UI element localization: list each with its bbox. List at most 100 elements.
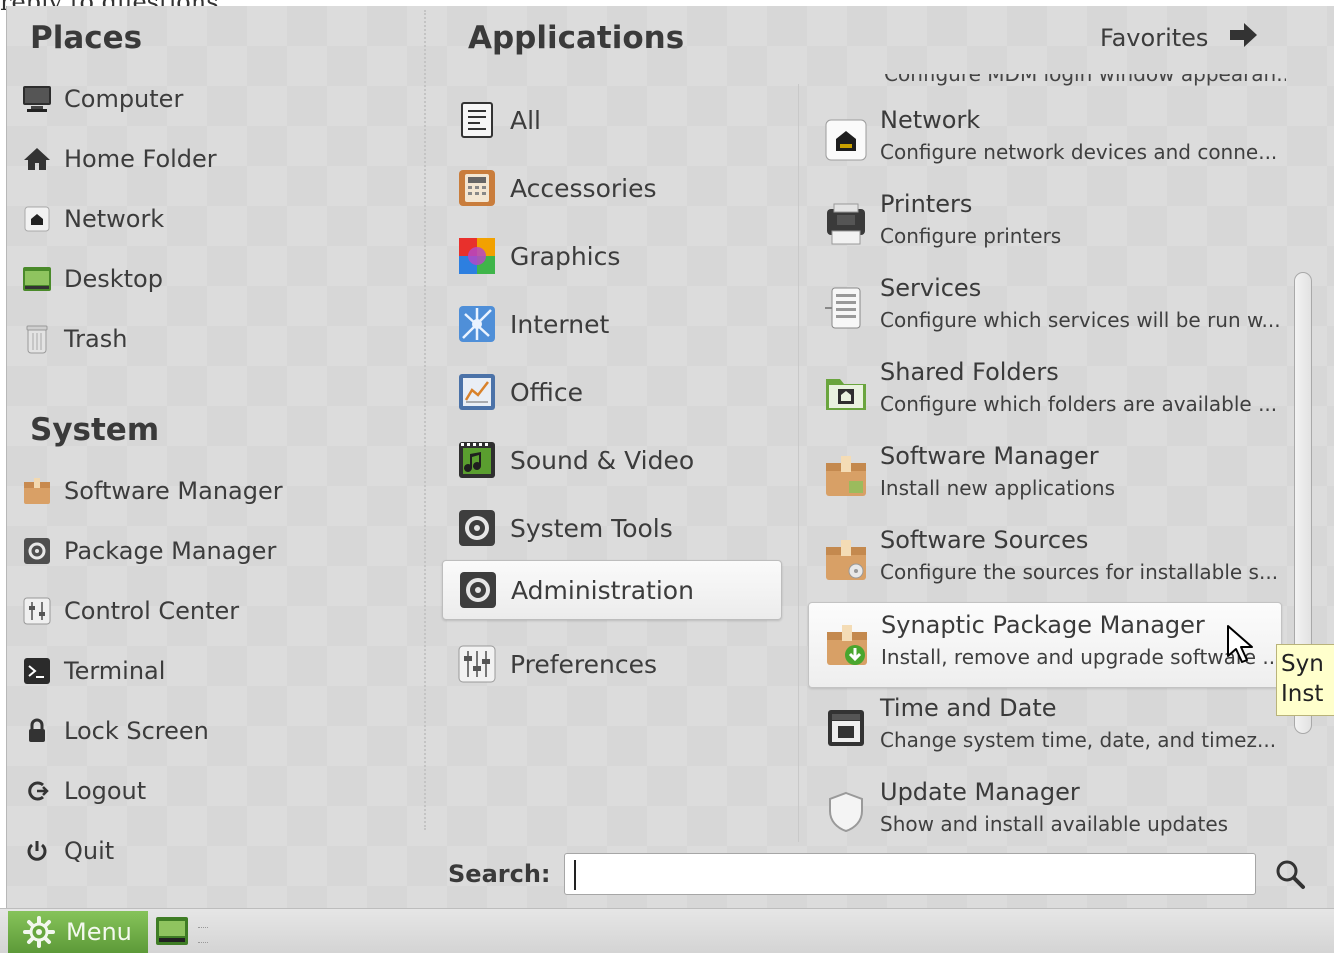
internet-icon [456, 303, 498, 345]
apps-separator [798, 84, 799, 842]
system-item-label: Software Manager [64, 477, 283, 505]
app-item-time-and-date[interactable]: Time and Date Change system time, date, … [808, 686, 1280, 770]
favorites-button[interactable]: Favorites [1100, 22, 1258, 54]
system-item-control-center[interactable]: Control Center [22, 589, 239, 633]
all-icon [456, 99, 498, 141]
places-item-desktop[interactable]: Desktop [22, 257, 163, 301]
home-icon [22, 144, 52, 174]
places-item-label: Network [64, 205, 165, 233]
software-manager-icon [22, 476, 52, 506]
category-sound-video[interactable]: Sound & Video [436, 430, 776, 490]
software-manager-app-icon [822, 452, 870, 500]
synaptic-icon [823, 621, 871, 669]
places-item-computer[interactable]: Computer [22, 77, 183, 121]
category-system-tools[interactable]: System Tools [436, 498, 776, 558]
menu-button[interactable]: Menu [8, 911, 148, 953]
show-desktop-button[interactable] [152, 915, 192, 951]
category-accessories[interactable]: Accessories [436, 158, 776, 218]
system-item-label: Logout [64, 777, 147, 805]
search-label: Search: [448, 860, 551, 888]
app-desc: Configure the sources for installable s.… [880, 560, 1279, 584]
places-heading: Places [30, 20, 143, 56]
category-label: Administration [511, 575, 694, 605]
system-item-label: Lock Screen [64, 717, 209, 745]
app-desc: Install, remove and upgrade software ... [881, 645, 1281, 669]
app-desc: Configure network devices and conne... [880, 140, 1278, 164]
places-item-label: Desktop [64, 265, 163, 293]
app-item-services[interactable]: Services Configure which services will b… [808, 266, 1280, 350]
app-item-software-manager[interactable]: Software Manager Install new application… [808, 434, 1280, 518]
search-input[interactable] [564, 853, 1256, 895]
system-heading: System [30, 412, 160, 448]
desktop-icon [22, 264, 52, 294]
network-icon [22, 204, 52, 234]
software-sources-icon [822, 536, 870, 584]
tooltip: Syn Inst [1276, 644, 1334, 716]
shared-folders-icon [822, 368, 870, 416]
category-label: Preferences [510, 649, 658, 679]
tooltip-line: Syn [1281, 651, 1324, 677]
app-item-synaptic-package-manager[interactable]: Synaptic Package Manager Install, remove… [808, 602, 1282, 688]
application-list[interactable]: Configure MDM login window appearan... N… [806, 74, 1286, 844]
app-name: Printers [880, 190, 973, 218]
app-item-network[interactable]: Network Configure network devices and co… [808, 98, 1280, 182]
system-item-lock-screen[interactable]: Lock Screen [22, 709, 209, 753]
app-item-update-manager[interactable]: Update Manager Show and install availabl… [808, 770, 1280, 844]
desktop-icon [155, 916, 189, 950]
app-desc: Show and install available updates [880, 812, 1229, 836]
places-item-label: Home Folder [64, 145, 217, 173]
system-item-package-manager[interactable]: Package Manager [22, 529, 276, 573]
system-item-label: Control Center [64, 597, 240, 625]
trash-icon [22, 324, 52, 354]
text-caret [574, 860, 576, 890]
system-item-logout[interactable]: Logout [22, 769, 146, 813]
app-desc: Configure which folders are available ..… [880, 392, 1278, 416]
system-item-software-manager[interactable]: Software Manager [22, 469, 283, 513]
tooltip-line: Inst [1281, 681, 1324, 707]
category-label: Sound & Video [510, 445, 695, 475]
app-desc: Configure printers [880, 224, 1062, 248]
office-icon [456, 371, 498, 413]
app-item-software-sources[interactable]: Software Sources Configure the sources f… [808, 518, 1280, 602]
power-icon [22, 836, 52, 866]
system-tools-icon [456, 507, 498, 549]
category-office[interactable]: Office [436, 362, 776, 422]
menu-label: Menu [66, 918, 132, 946]
administration-icon [457, 569, 499, 611]
category-label: Office [510, 377, 583, 407]
computer-icon [22, 84, 52, 114]
favorites-label: Favorites [1100, 24, 1209, 52]
app-desc: Install new applications [880, 476, 1115, 500]
places-item-label: Trash [64, 325, 128, 353]
gear-icon [22, 915, 56, 949]
app-name: Synaptic Package Manager [881, 611, 1205, 639]
app-name: Software Sources [880, 526, 1089, 554]
category-graphics[interactable]: Graphics [436, 226, 776, 286]
app-name: Update Manager [880, 778, 1080, 806]
app-name: Time and Date [880, 694, 1057, 722]
app-list-scrollbar[interactable] [1292, 76, 1314, 844]
mouse-cursor-icon [1226, 624, 1254, 668]
places-item-home-folder[interactable]: Home Folder [22, 137, 217, 181]
search-icon[interactable] [1274, 858, 1306, 894]
category-internet[interactable]: Internet [436, 294, 776, 354]
graphics-icon [456, 235, 498, 277]
lock-icon [22, 716, 52, 746]
accessories-icon [456, 167, 498, 209]
system-item-terminal[interactable]: Terminal [22, 649, 165, 693]
places-item-network[interactable]: Network [22, 197, 164, 241]
system-item-quit[interactable]: Quit [22, 829, 114, 873]
control-center-icon [22, 596, 52, 626]
category-preferences[interactable]: Preferences [436, 634, 776, 694]
network-app-icon [822, 116, 870, 164]
places-item-trash[interactable]: Trash [22, 317, 127, 361]
app-item-shared-folders[interactable]: Shared Folders Configure which folders a… [808, 350, 1280, 434]
panel-grip[interactable] [198, 927, 208, 943]
category-all[interactable]: All [436, 90, 776, 150]
category-label: Graphics [510, 241, 621, 271]
system-item-label: Package Manager [64, 537, 277, 565]
app-name: Network [880, 106, 981, 134]
category-administration[interactable]: Administration [442, 560, 782, 620]
terminal-icon [22, 656, 52, 686]
app-item-printers[interactable]: Printers Configure printers [808, 182, 1280, 266]
